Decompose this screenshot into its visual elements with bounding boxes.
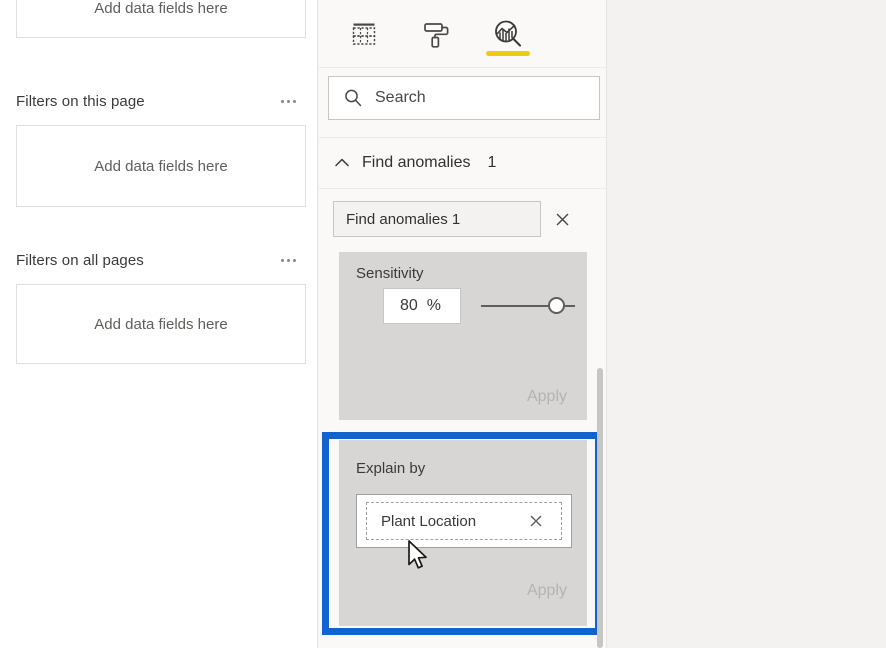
chevron-up-icon xyxy=(335,158,349,167)
filters-on-this-page-header: Filters on this page xyxy=(16,90,302,112)
search-input[interactable]: Search xyxy=(328,76,600,120)
find-anomalies-section-header[interactable]: Find anomalies 1 xyxy=(319,137,606,189)
filters-on-all-pages-dropzone[interactable]: Add data fields here xyxy=(16,284,306,364)
dropzone-label: Add data fields here xyxy=(94,0,228,17)
explain-by-label: Explain by xyxy=(356,460,426,477)
tab-analytics[interactable] xyxy=(485,9,531,59)
anomaly-card-name-input[interactable]: Find anomalies 1 xyxy=(333,201,541,237)
slider-thumb[interactable] xyxy=(547,297,565,314)
find-anomalies-count: 1 xyxy=(487,154,497,171)
active-tab-indicator xyxy=(486,50,530,56)
sensitivity-apply-button[interactable]: Apply xyxy=(527,388,567,406)
dropzone-label: Add data fields here xyxy=(94,315,228,333)
explain-by-field-chip[interactable]: Plant Location xyxy=(366,502,562,540)
anomaly-card-name-value: Find anomalies 1 xyxy=(346,210,461,228)
explain-by-block: Explain by Plant Location Apply xyxy=(339,440,587,626)
table-fields-icon xyxy=(352,23,376,45)
filters-dropzone-visual[interactable]: Add data fields here xyxy=(16,0,306,38)
sensitivity-block: Sensitivity 80 % Apply xyxy=(339,252,587,420)
filters-on-all-pages-header: Filters on all pages xyxy=(16,249,302,271)
viz-pane-scrollbar[interactable] xyxy=(597,368,603,648)
close-icon[interactable] xyxy=(523,508,549,534)
search-placeholder: Search xyxy=(375,89,426,106)
sensitivity-label: Sensitivity xyxy=(356,265,424,282)
visualizations-pane: Search Find anomalies 1 Find anomalies 1 xyxy=(319,0,607,648)
ellipsis-icon[interactable] xyxy=(275,96,302,107)
paint-roller-icon xyxy=(424,22,449,48)
sensitivity-unit: % xyxy=(426,297,442,314)
filters-on-this-page-title: Filters on this page xyxy=(16,92,145,110)
find-anomalies-label: Find anomalies xyxy=(362,154,471,171)
filters-on-all-pages-title: Filters on all pages xyxy=(16,251,144,269)
close-icon[interactable] xyxy=(549,206,575,232)
report-canvas: Add data fields here Filters on this pag… xyxy=(0,0,886,648)
anomaly-card-name-row: Find anomalies 1 xyxy=(333,201,591,237)
explain-by-field-name: Plant Location xyxy=(381,512,477,530)
dropzone-label: Add data fields here xyxy=(94,157,228,175)
tab-fields[interactable] xyxy=(341,9,387,59)
tab-format[interactable] xyxy=(413,9,459,59)
explain-by-field-well[interactable]: Plant Location xyxy=(356,494,572,548)
ellipsis-icon[interactable] xyxy=(275,255,302,266)
search-icon xyxy=(345,89,362,107)
filters-pane: Add data fields here Filters on this pag… xyxy=(0,0,318,648)
filters-on-this-page-dropzone[interactable]: Add data fields here xyxy=(16,125,306,207)
sensitivity-slider[interactable] xyxy=(481,296,575,316)
sensitivity-value: 80 xyxy=(400,297,418,314)
explain-by-apply-button[interactable]: Apply xyxy=(527,582,567,600)
sensitivity-value-input[interactable]: 80 % xyxy=(383,288,461,324)
pane-tab-strip xyxy=(319,0,606,68)
analytics-magnifier-icon xyxy=(495,20,522,47)
